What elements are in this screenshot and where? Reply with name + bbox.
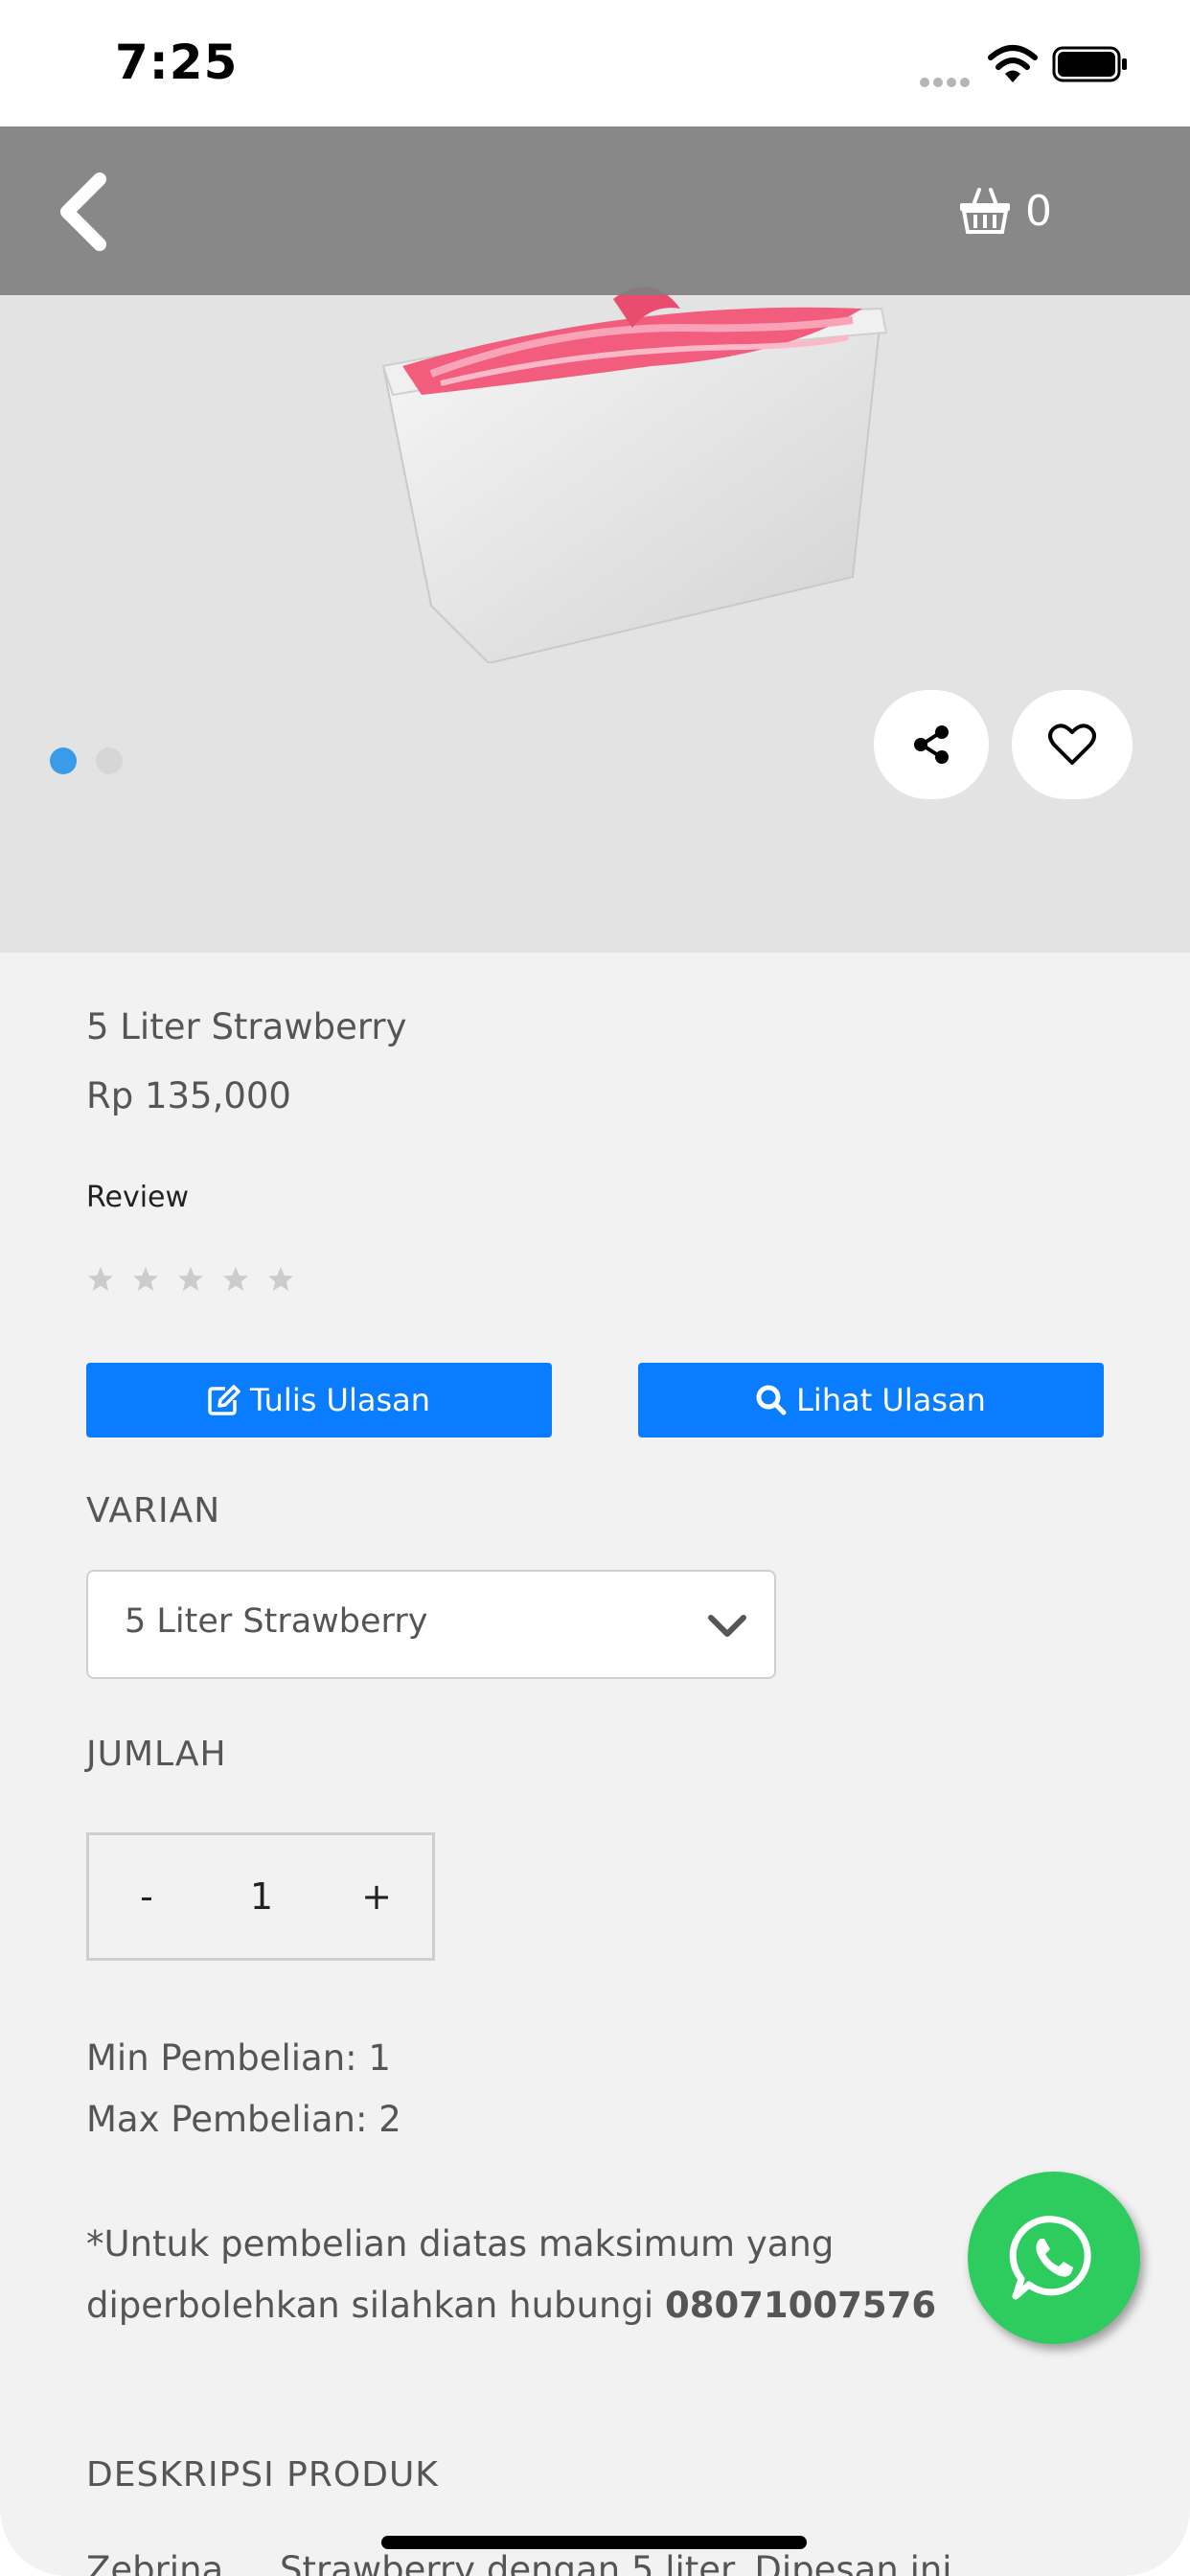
max-purchase-text: Max Pembelian: 2 xyxy=(86,2099,401,2140)
pagination-dot[interactable] xyxy=(96,748,123,774)
edit-icon xyxy=(208,1385,240,1415)
star-icon xyxy=(133,1267,158,1291)
gallery-pagination xyxy=(50,748,142,774)
description-label: DESKRIPSI PRODUK xyxy=(86,2455,439,2495)
quantity-stepper: - 1 + xyxy=(86,1832,435,1961)
star-icon xyxy=(88,1267,113,1291)
search-icon xyxy=(756,1385,787,1415)
status-time: 7:25 xyxy=(115,34,239,90)
heart-icon xyxy=(1048,724,1096,765)
share-button[interactable] xyxy=(874,690,989,799)
share-icon xyxy=(914,725,949,764)
product-image xyxy=(381,287,888,663)
min-purchase-text: Min Pembelian: 1 xyxy=(86,2037,391,2079)
quantity-value[interactable]: 1 xyxy=(233,1835,290,1958)
chevron-left-icon xyxy=(60,172,106,251)
product-name: 5 Liter Strawberry xyxy=(86,1006,407,1047)
product-detail-screen: 0 7:25 5 Liter Strawberry Rp 135,000 Rev… xyxy=(0,0,1190,2576)
cart-button[interactable]: 0 xyxy=(958,174,1052,247)
star-icon xyxy=(268,1267,293,1291)
back-button[interactable] xyxy=(42,171,123,253)
battery-icon xyxy=(1052,46,1127,82)
home-indicator xyxy=(381,2536,807,2549)
star-icon xyxy=(223,1267,248,1291)
rating-stars xyxy=(86,1265,311,1294)
write-review-label: Tulis Ulasan xyxy=(249,1382,431,1418)
whatsapp-button[interactable] xyxy=(968,2172,1140,2344)
variant-select[interactable]: 5 Liter Strawberry xyxy=(86,1570,776,1679)
star-icon xyxy=(178,1267,203,1291)
whatsapp-icon xyxy=(1009,2216,1091,2300)
quantity-label: JUMLAH xyxy=(86,1735,227,1774)
quantity-increase-button[interactable]: + xyxy=(348,1835,405,1958)
product-price: Rp 135,000 xyxy=(86,1075,291,1116)
basket-icon xyxy=(960,188,1010,234)
view-review-button[interactable]: Lihat Ulasan xyxy=(638,1363,1104,1438)
variant-label: VARIAN xyxy=(86,1491,221,1530)
review-label: Review xyxy=(86,1181,190,1214)
favorite-button[interactable] xyxy=(1012,690,1133,799)
cart-count: 0 xyxy=(1025,186,1052,236)
contact-phone[interactable]: 08071007576 xyxy=(665,2285,936,2326)
cellular-signal-icon xyxy=(920,73,973,87)
view-review-label: Lihat Ulasan xyxy=(796,1382,986,1418)
write-review-button[interactable]: Tulis Ulasan xyxy=(86,1363,552,1438)
variant-selected-value: 5 Liter Strawberry xyxy=(125,1602,428,1641)
wifi-icon xyxy=(988,45,1038,82)
quantity-decrease-button[interactable]: - xyxy=(118,1835,175,1958)
top-nav-bar: 0 xyxy=(0,126,1190,295)
pagination-dot-active[interactable] xyxy=(50,748,77,774)
status-bar: 7:25 xyxy=(0,0,1190,126)
description-text: Zebrina ... Strawberry dengan 5 liter. D… xyxy=(86,2549,952,2576)
chevron-down-icon xyxy=(708,1615,746,1637)
purchase-note: *Untuk pembelian diatas maksimum yang di… xyxy=(86,2214,987,2336)
